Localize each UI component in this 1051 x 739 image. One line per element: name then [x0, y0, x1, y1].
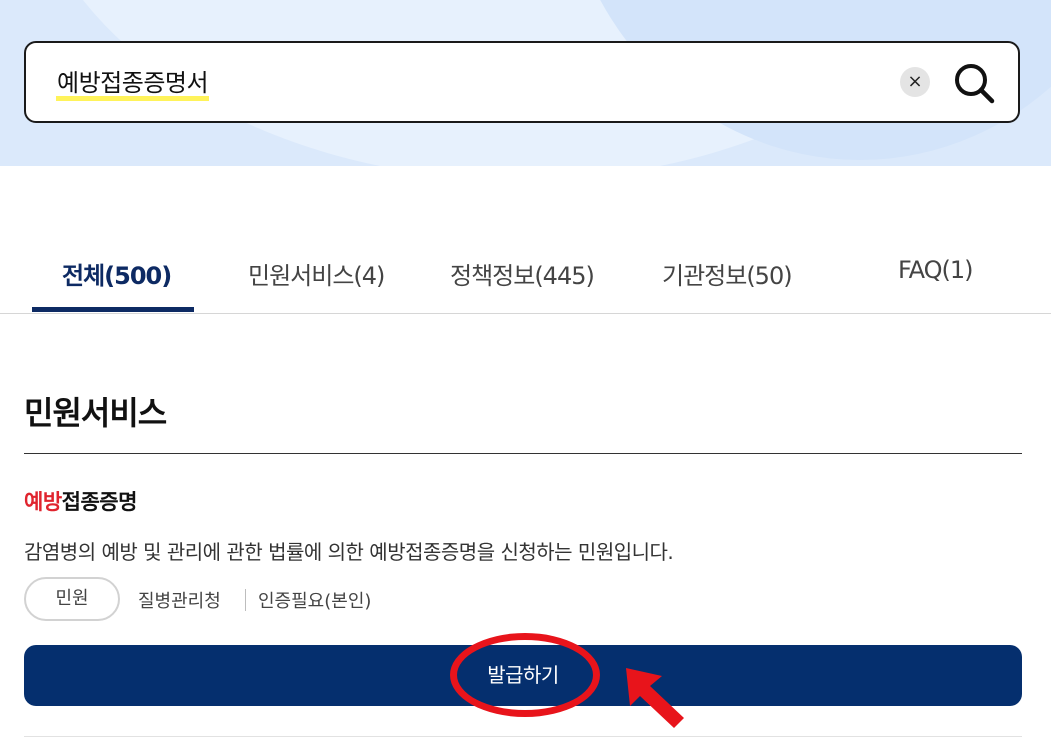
search-query[interactable]: 예방접종증명서: [56, 65, 210, 101]
tab-civil-services[interactable]: 민원서비스(4): [248, 256, 385, 291]
clear-search-button[interactable]: ×: [900, 67, 930, 97]
tab-agency-info[interactable]: 기관정보(50): [662, 256, 793, 291]
search-button[interactable]: [950, 59, 998, 107]
tab-policy-info[interactable]: 정책정보(445): [450, 256, 595, 291]
auth-requirement: 인증필요(본인): [258, 591, 372, 612]
active-tab-indicator: [32, 307, 194, 312]
search-icon: [955, 64, 995, 104]
tab-faq[interactable]: FAQ(1): [898, 256, 973, 284]
issue-button[interactable]: 발급하기: [24, 645, 1022, 706]
tab-all[interactable]: 전체(500): [62, 256, 172, 291]
agency-name: 질병관리청: [138, 591, 221, 612]
category-badge: 민원: [24, 577, 120, 621]
search-input[interactable]: 예방접종증명서 ×: [24, 41, 1020, 123]
result-tabs: 전체(500) 민원서비스(4) 정책정보(445) 기관정보(50) FAQ(…: [0, 236, 1051, 314]
result-description: 감염병의 예방 및 관리에 관한 법률에 의한 예방접종증명을 신청하는 민원입…: [24, 540, 674, 564]
result-bottom-divider: [24, 736, 1022, 737]
result-title-link[interactable]: 예방접종증명: [24, 486, 137, 516]
section-divider: [24, 453, 1022, 454]
result-title-rest: 접종증명: [61, 490, 138, 514]
section-title: 민원서비스: [24, 394, 167, 432]
meta-divider: [245, 589, 246, 611]
result-title-highlight: 예방: [24, 490, 62, 514]
search-hero: 예방접종증명서 ×: [0, 0, 1051, 166]
